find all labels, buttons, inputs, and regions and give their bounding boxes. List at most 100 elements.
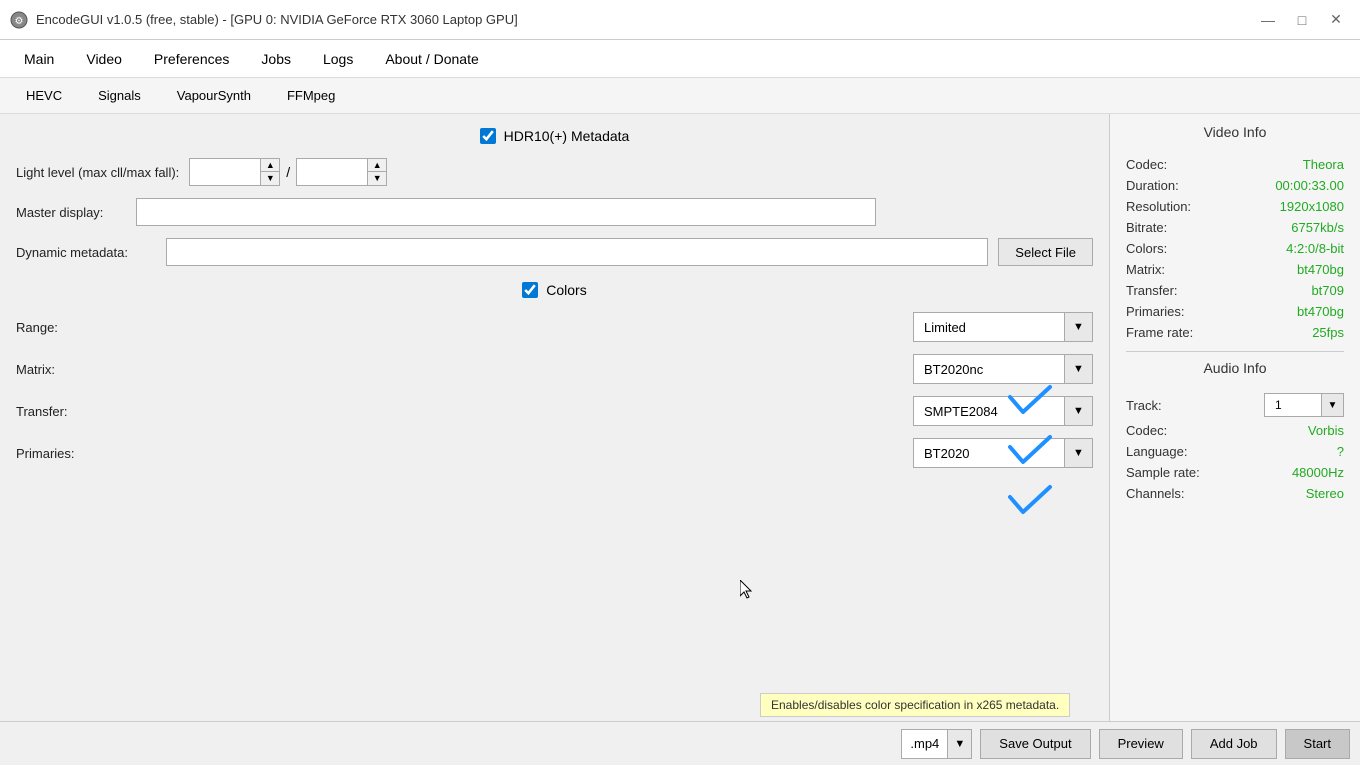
video-codec-label: Codec: <box>1126 157 1167 172</box>
video-framerate-value: 25fps <box>1312 325 1344 340</box>
menu-video[interactable]: Video <box>72 45 136 73</box>
video-primaries-value: bt470bg <box>1297 304 1344 319</box>
audio-track-select[interactable]: 1 ▼ <box>1264 393 1344 417</box>
video-colors-value: 4:2:0/8-bit <box>1286 241 1344 256</box>
content-area: HDR10(+) Metadata Light level (max cll/m… <box>0 114 1110 721</box>
audio-channels-value: Stereo <box>1306 486 1344 501</box>
tab-ffmpeg[interactable]: FFMpeg <box>271 83 351 108</box>
video-transfer-row: Transfer: bt709 <box>1126 280 1344 301</box>
transfer-select[interactable]: SMPTE2084 ▼ <box>913 396 1093 426</box>
hdr-metadata-label: HDR10(+) Metadata <box>504 128 630 144</box>
title-bar: ⚙ EncodeGUI v1.0.5 (free, stable) - [GPU… <box>0 0 1360 40</box>
video-matrix-value: bt470bg <box>1297 262 1344 277</box>
video-matrix-row: Matrix: bt470bg <box>1126 259 1344 280</box>
format-arrow: ▼ <box>947 730 971 758</box>
audio-codec-value: Vorbis <box>1308 423 1344 438</box>
menu-about[interactable]: About / Donate <box>371 45 492 73</box>
video-duration-row: Duration: 00:00:33.00 <box>1126 175 1344 196</box>
video-primaries-label: Primaries: <box>1126 304 1185 319</box>
video-bitrate-value: 6757kb/s <box>1291 220 1344 235</box>
master-display-label: Master display: <box>16 205 126 220</box>
audio-language-row: Language: ? <box>1126 441 1344 462</box>
close-button[interactable]: ✕ <box>1322 10 1350 30</box>
light-level-input2[interactable]: 1 <box>297 159 367 185</box>
matrix-arrow: ▼ <box>1064 355 1092 383</box>
video-resolution-row: Resolution: 1920x1080 <box>1126 196 1344 217</box>
audio-language-value: ? <box>1337 444 1344 459</box>
preview-button[interactable]: Preview <box>1099 729 1183 759</box>
video-bitrate-label: Bitrate: <box>1126 220 1167 235</box>
app-icon: ⚙ <box>10 11 28 29</box>
light-level-spinbox2: 1 ▲ ▼ <box>296 158 387 186</box>
video-codec-row: Codec: Theora <box>1126 154 1344 175</box>
light-level-row: Light level (max cll/max fall): 1000 ▲ ▼… <box>16 158 1093 186</box>
light-level-up1[interactable]: ▲ <box>261 159 279 172</box>
bottom-bar: .mp4 ▼ Save Output Preview Add Job Start <box>0 721 1360 765</box>
video-codec-value: Theora <box>1303 157 1344 172</box>
video-colors-label: Colors: <box>1126 241 1167 256</box>
video-duration-value: 00:00:33.00 <box>1275 178 1344 193</box>
matrix-value: BT2020nc <box>914 362 1064 377</box>
primaries-row: Primaries: BT2020 ▼ <box>16 438 1093 468</box>
sidebar: Video Info Codec: Theora Duration: 00:00… <box>1110 114 1360 721</box>
maximize-button[interactable]: □ <box>1288 10 1316 30</box>
colors-checkbox[interactable] <box>522 282 538 298</box>
format-select[interactable]: .mp4 ▼ <box>901 729 972 759</box>
select-file-button[interactable]: Select File <box>998 238 1093 266</box>
matrix-row: Matrix: BT2020nc ▼ <box>16 354 1093 384</box>
video-info-title: Video Info <box>1126 124 1344 144</box>
matrix-select[interactable]: BT2020nc ▼ <box>913 354 1093 384</box>
menu-bar: Main Video Preferences Jobs Logs About /… <box>0 40 1360 78</box>
sub-tabs: HEVC Signals VapourSynth FFMpeg <box>0 78 1360 114</box>
tab-signals[interactable]: Signals <box>82 83 157 108</box>
dynamic-metadata-label: Dynamic metadata: <box>16 245 156 260</box>
audio-track-row: Track: 1 ▼ <box>1126 390 1344 420</box>
audio-channels-label: Channels: <box>1126 486 1185 501</box>
audio-track-label: Track: <box>1126 398 1162 413</box>
transfer-row: Transfer: SMPTE2084 ▼ <box>16 396 1093 426</box>
tab-vapoursynth[interactable]: VapourSynth <box>161 83 267 108</box>
audio-track-arrow: ▼ <box>1321 394 1343 416</box>
primaries-label: Primaries: <box>16 446 116 461</box>
menu-logs[interactable]: Logs <box>309 45 367 73</box>
minimize-button[interactable]: — <box>1254 10 1282 30</box>
range-value: Limited <box>914 320 1064 335</box>
start-button[interactable]: Start <box>1285 729 1350 759</box>
hdr-metadata-checkbox[interactable] <box>480 128 496 144</box>
video-framerate-label: Frame rate: <box>1126 325 1193 340</box>
light-level-down1[interactable]: ▼ <box>261 172 279 185</box>
transfer-label: Transfer: <box>16 404 116 419</box>
add-job-button[interactable]: Add Job <box>1191 729 1277 759</box>
video-primaries-row: Primaries: bt470bg <box>1126 301 1344 322</box>
light-level-up2[interactable]: ▲ <box>368 159 386 172</box>
colors-row: Colors <box>16 282 1093 298</box>
master-display-row: Master display: G(13250,34500)B(7500,300… <box>16 198 1093 226</box>
dynamic-metadata-input[interactable] <box>166 238 988 266</box>
audio-track-value: 1 <box>1265 398 1321 412</box>
audio-samplerate-label: Sample rate: <box>1126 465 1200 480</box>
matrix-label: Matrix: <box>16 362 116 377</box>
transfer-arrow: ▼ <box>1064 397 1092 425</box>
primaries-select[interactable]: BT2020 ▼ <box>913 438 1093 468</box>
save-output-button[interactable]: Save Output <box>980 729 1090 759</box>
tooltip-text: Enables/disables color specification in … <box>771 698 1059 712</box>
title-bar-text: EncodeGUI v1.0.5 (free, stable) - [GPU 0… <box>36 12 518 27</box>
tab-hevc[interactable]: HEVC <box>10 83 78 108</box>
light-level-input1[interactable]: 1000 <box>190 159 260 185</box>
menu-jobs[interactable]: Jobs <box>247 45 305 73</box>
menu-preferences[interactable]: Preferences <box>140 45 243 73</box>
video-bitrate-row: Bitrate: 6757kb/s <box>1126 217 1344 238</box>
primaries-arrow: ▼ <box>1064 439 1092 467</box>
svg-text:⚙: ⚙ <box>15 16 24 27</box>
light-level-down2[interactable]: ▼ <box>368 172 386 185</box>
video-duration-label: Duration: <box>1126 178 1179 193</box>
range-select[interactable]: Limited ▼ <box>913 312 1093 342</box>
audio-language-label: Language: <box>1126 444 1187 459</box>
light-level-spinbox1: 1000 ▲ ▼ <box>189 158 280 186</box>
audio-info-title: Audio Info <box>1126 360 1344 380</box>
menu-main[interactable]: Main <box>10 45 68 73</box>
master-display-input[interactable]: G(13250,34500)B(7500,3000)R(34000,16000)… <box>136 198 876 226</box>
video-framerate-row: Frame rate: 25fps <box>1126 322 1344 343</box>
transfer-value: SMPTE2084 <box>914 404 1064 419</box>
audio-samplerate-value: 48000Hz <box>1292 465 1344 480</box>
